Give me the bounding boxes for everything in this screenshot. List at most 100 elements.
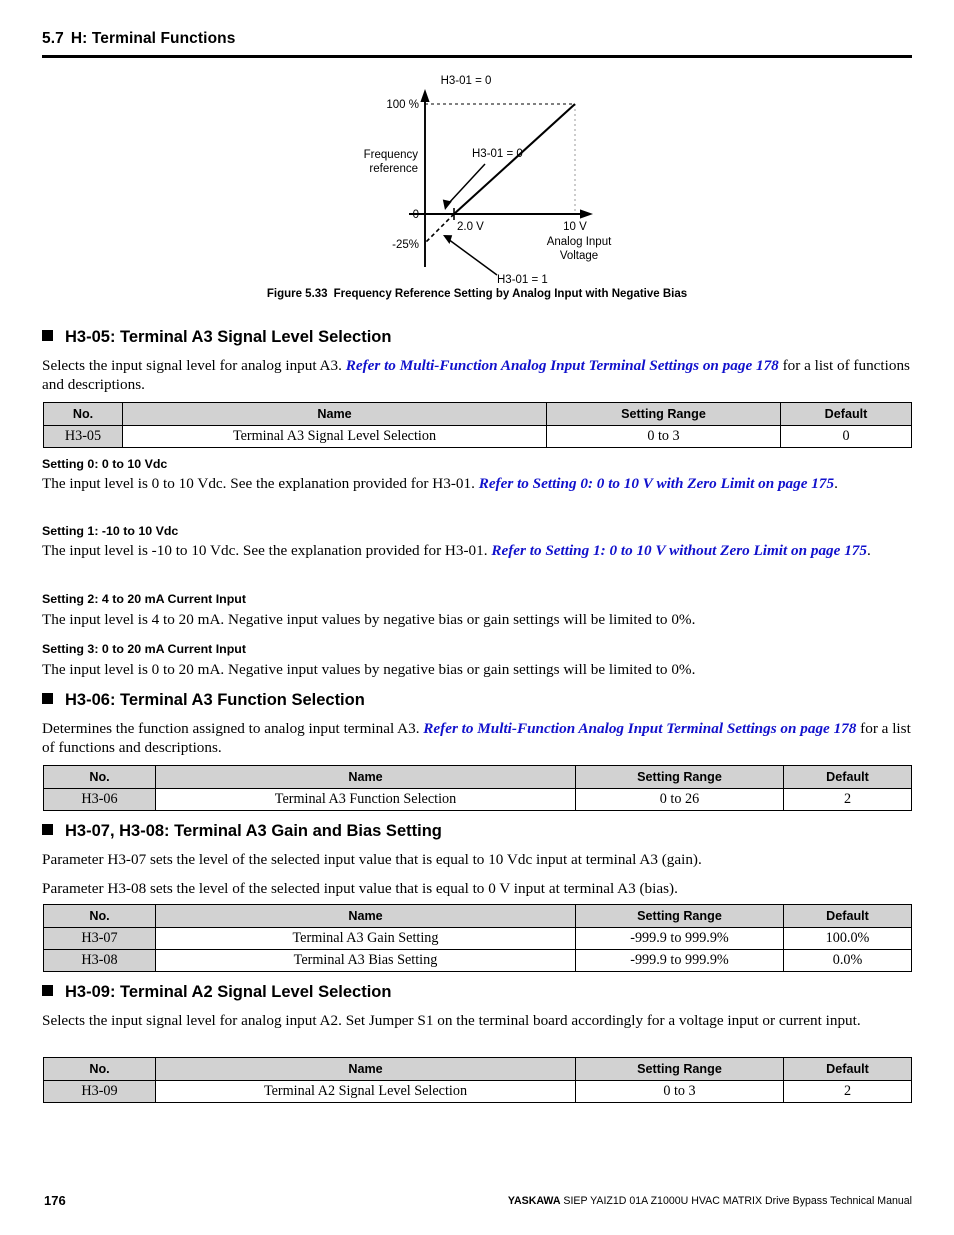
th-name: Name — [155, 904, 576, 928]
table-h3-07-h3-08: No. Name Setting Range Default H3-07 Ter… — [43, 904, 912, 972]
table-row: H3-07 Terminal A3 Gain Setting -999.9 to… — [43, 927, 912, 950]
th-default: Default — [783, 765, 912, 789]
th-name: Name — [155, 765, 576, 789]
body-setting-1-post: . — [866, 542, 871, 559]
y-tick-100: 100 % — [386, 99, 419, 111]
y-axis-label-line1: Frequency — [364, 149, 419, 161]
body-setting-0: The input level is 0 to 10 Vdc. See the … — [42, 475, 912, 494]
cell-no: H3-05 — [43, 425, 123, 448]
body-setting-0-pre: The input level is 0 to 10 Vdc. See the … — [42, 475, 479, 492]
cell-default: 0 — [780, 425, 912, 448]
figure-5-33: H3-01 = 0 100 % 0 -25% Frequency referen… — [42, 62, 912, 290]
x-axis-label-line2: Voltage — [560, 250, 598, 262]
th-default: Default — [783, 1057, 912, 1081]
xref-analog-input-terminal-settings-178b[interactable]: Refer to Multi-Function Analog Input Ter… — [423, 720, 856, 737]
cell-range: -999.9 to 999.9% — [575, 927, 784, 950]
cell-default: 100.0% — [783, 927, 912, 950]
footer-brand: YASKAWA — [507, 1195, 561, 1207]
heading-h3-09-label: H3-09: Terminal A2 Signal Level Selectio… — [65, 983, 392, 1001]
x-tick-2v: 2.0 V — [457, 221, 484, 233]
x-axis-arrowhead — [580, 209, 593, 219]
figure-caption-text: Frequency Reference Setting by Analog In… — [333, 288, 688, 300]
table-h3-05: No. Name Setting Range Default H3-05 Ter… — [43, 402, 912, 448]
table-header-row: No. Name Setting Range Default — [43, 1057, 912, 1081]
cell-range: -999.9 to 999.9% — [575, 949, 784, 972]
table-row: H3-05 Terminal A3 Signal Level Selection… — [43, 425, 912, 448]
heading-h3-05-label: H3-05: Terminal A3 Signal Level Selectio… — [65, 328, 392, 346]
x-tick-10v: 10 V — [563, 221, 587, 233]
subheading-setting-0: Setting 0: 0 to 10 Vdc — [42, 457, 168, 471]
annotation-h3-01-1: H3-01 = 1 — [497, 274, 548, 286]
th-no: No. — [43, 904, 156, 928]
figure-caption: Figure 5.33 Frequency Reference Setting b… — [42, 288, 912, 300]
cell-name: Terminal A3 Function Selection — [155, 788, 576, 811]
body-setting-2: The input level is 4 to 20 mA. Negative … — [42, 611, 696, 628]
th-no: No. — [43, 765, 156, 789]
subheading-setting-1: Setting 1: -10 to 10 Vdc — [42, 524, 179, 538]
body-setting-1-pre: The input level is -10 to 10 Vdc. See th… — [42, 542, 492, 559]
intro-h3-06-pre: Determines the function assigned to anal… — [42, 720, 424, 737]
page-title: 5.7 H: Terminal Functions — [42, 30, 912, 48]
section-title: H: Terminal Functions — [70, 30, 236, 47]
intro-h3-09: Selects the input signal level for analo… — [42, 1012, 861, 1029]
body-setting-3: The input level is 0 to 20 mA. Negative … — [42, 661, 696, 678]
y-axis-label-line2: reference — [369, 163, 418, 175]
bullet-square-icon — [42, 985, 53, 996]
intro-h3-05-pre: Selects the input signal level for analo… — [42, 357, 346, 374]
cell-no: H3-07 — [43, 927, 156, 950]
cell-no: H3-09 — [43, 1080, 156, 1103]
th-default: Default — [780, 402, 912, 426]
cell-default: 2 — [783, 788, 912, 811]
table-header-row: No. Name Setting Range Default — [43, 904, 912, 928]
footer-manual-title: YASKAWA SIEP YAIZ1D 01A Z1000U HVAC MATR… — [508, 1195, 912, 1207]
th-name: Name — [122, 402, 547, 426]
table-h3-06: No. Name Setting Range Default H3-06 Ter… — [43, 765, 912, 811]
table-row: H3-08 Terminal A3 Bias Setting -999.9 to… — [43, 949, 912, 972]
intro-h3-05: Selects the input signal level for analo… — [42, 357, 912, 394]
th-setting-range: Setting Range — [575, 765, 784, 789]
x-axis-label-line1: Analog Input — [547, 236, 612, 248]
heading-h3-07-h3-08-label: H3-07, H3-08: Terminal A3 Gain and Bias … — [65, 822, 442, 840]
heading-h3-05: H3-05: Terminal A3 Signal Level Selectio… — [42, 328, 391, 347]
th-no: No. — [43, 402, 123, 426]
xref-setting-0-zero-limit-175[interactable]: Refer to Setting 0: 0 to 10 V with Zero … — [479, 475, 834, 492]
document-page: 5.7 H: Terminal Functions H3-01 = 0 100 … — [0, 0, 954, 1235]
heading-h3-06: H3-06: Terminal A3 Function Selection — [42, 691, 365, 710]
footer-page-number: 176 — [44, 1193, 66, 1208]
table-row: H3-09 Terminal A2 Signal Level Selection… — [43, 1080, 912, 1103]
annotation-upper-leader — [447, 163, 486, 205]
subheading-setting-3: Setting 3: 0 to 20 mA Current Input — [42, 642, 246, 656]
footer-manual-name: SIEP YAIZ1D 01A Z1000U HVAC MATRIX Drive… — [560, 1195, 912, 1207]
cell-range: 0 to 26 — [575, 788, 784, 811]
th-setting-range: Setting Range — [546, 402, 781, 426]
subheading-setting-2: Setting 2: 4 to 20 mA Current Input — [42, 592, 246, 606]
y-tick-0: 0 — [413, 209, 419, 221]
th-default: Default — [783, 904, 912, 928]
y-axis-arrowhead — [420, 89, 430, 102]
body-h3-07: Parameter H3-07 sets the level of the se… — [42, 851, 702, 868]
heading-h3-07-h3-08: H3-07, H3-08: Terminal A3 Gain and Bias … — [42, 822, 442, 841]
th-setting-range: Setting Range — [575, 904, 784, 928]
header-divider — [42, 55, 912, 58]
graph-top-label: H3-01 = 0 — [441, 75, 492, 87]
intro-h3-06: Determines the function assigned to anal… — [42, 720, 912, 757]
heading-h3-06-label: H3-06: Terminal A3 Function Selection — [65, 691, 365, 709]
table-row: H3-06 Terminal A3 Function Selection 0 t… — [43, 788, 912, 811]
cell-name: Terminal A3 Signal Level Selection — [122, 425, 547, 448]
bullet-square-icon — [42, 824, 53, 835]
cell-name: Terminal A3 Bias Setting — [155, 949, 576, 972]
xref-analog-input-terminal-settings-178a[interactable]: Refer to Multi-Function Analog Input Ter… — [346, 357, 779, 374]
annotation-lower-arrowhead — [443, 235, 453, 244]
cell-default: 0.0% — [783, 949, 912, 972]
y-tick-neg25: -25% — [392, 239, 419, 251]
cell-name: Terminal A2 Signal Level Selection — [155, 1080, 576, 1103]
frequency-reference-graph: H3-01 = 0 100 % 0 -25% Frequency referen… — [364, 75, 612, 286]
th-no: No. — [43, 1057, 156, 1081]
annotation-h3-01-0: H3-01 = 0 — [472, 148, 523, 160]
cell-range: 0 to 3 — [546, 425, 781, 448]
xref-setting-1-without-zero-limit-175[interactable]: Refer to Setting 1: 0 to 10 V without Ze… — [491, 542, 867, 559]
section-number: 5.7 — [42, 30, 64, 47]
cell-range: 0 to 3 — [575, 1080, 784, 1103]
table-h3-09: No. Name Setting Range Default H3-09 Ter… — [43, 1057, 912, 1103]
cell-name: Terminal A3 Gain Setting — [155, 927, 576, 950]
